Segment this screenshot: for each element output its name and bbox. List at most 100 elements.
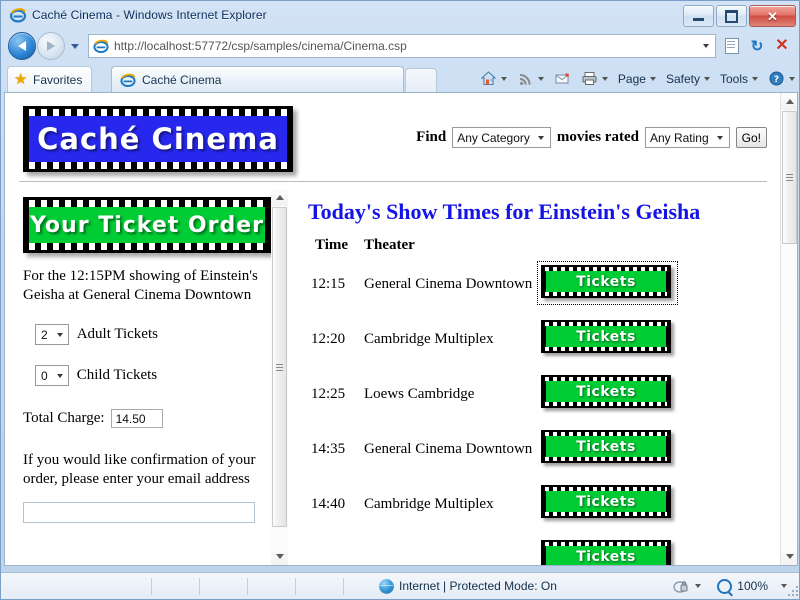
adult-tickets-row: 2 Adult Tickets [35, 324, 158, 345]
caret-down-icon [275, 554, 284, 559]
help-icon: ? [768, 70, 785, 87]
email-note: If you would like confirmation of your o… [23, 452, 256, 487]
tickets-button[interactable]: Tickets [541, 265, 671, 298]
url-bar[interactable]: http://localhost:57772/csp/samples/cinem… [88, 34, 716, 58]
privacy-report-icon[interactable] [673, 579, 690, 594]
page-viewport: Caché Cinema Find Any Category movies ra… [4, 92, 798, 566]
chevron-down-icon [71, 43, 79, 49]
showtime-row: 14:35 General Cinema Downtown Tickets [289, 424, 781, 479]
showtime-row: 14:40 Cambridge Multiplex Tickets [289, 479, 781, 534]
window-controls: ✕ [683, 5, 796, 27]
film-perforation-top [545, 377, 667, 381]
page-scrollbar[interactable] [780, 93, 797, 565]
find-label: Find [416, 129, 447, 145]
home-button[interactable] [475, 68, 512, 90]
compatibility-view-button[interactable] [720, 34, 744, 58]
showtimes-title: Today's Show Times for Einstein's Geisha [308, 199, 701, 224]
back-button[interactable] [8, 32, 36, 60]
printer-icon [581, 70, 598, 87]
email-input[interactable] [23, 502, 255, 523]
film-perforation-top [545, 487, 667, 491]
globe-icon [379, 578, 394, 594]
category-select[interactable]: Any Category [452, 127, 551, 148]
film-perforation-bottom [29, 162, 287, 169]
tickets-button[interactable]: Tickets [541, 375, 671, 408]
print-button[interactable] [576, 68, 613, 90]
showtime-theater: Cambridge Multiplex [364, 331, 494, 347]
grip-icon [276, 363, 283, 371]
help-button[interactable]: ? [763, 68, 797, 90]
film-perforation-top [29, 109, 287, 116]
child-tickets-label: Child Tickets [76, 367, 158, 384]
chevron-down-icon[interactable] [500, 76, 507, 81]
chevron-down-icon[interactable] [695, 584, 702, 588]
security-zone[interactable]: Internet | Protected Mode: On [379, 578, 557, 594]
showtime-time: 12:20 [311, 331, 346, 347]
page-favicon-icon [93, 38, 109, 54]
adult-tickets-select[interactable]: 2 [35, 324, 69, 345]
chevron-down-icon[interactable] [537, 76, 544, 81]
status-separator [247, 577, 248, 595]
tickets-button-inner: Tickets [546, 435, 666, 458]
favorites-button[interactable]: ★ Favorites [7, 66, 93, 92]
tickets-button[interactable]: Tickets [541, 320, 671, 353]
ticket-banner-inner: Your Ticket Order [29, 206, 265, 244]
film-perforation-bottom [545, 402, 667, 406]
go-button[interactable]: Go! [735, 127, 767, 148]
status-separator [151, 577, 152, 595]
safety-menu-button[interactable]: Safety [661, 68, 715, 90]
tickets-button[interactable]: Tickets [541, 540, 671, 565]
adult-tickets-label: Adult Tickets [76, 326, 158, 343]
compatibility-view-icon [725, 38, 739, 54]
showtime-row: 12:15 General Cinema Downtown Tickets [289, 259, 781, 314]
close-button[interactable]: ✕ [749, 5, 796, 27]
stop-button[interactable]: ✕ [770, 34, 794, 58]
page-menu-button[interactable]: Page [613, 68, 661, 90]
scroll-down-button[interactable] [271, 548, 288, 565]
showtime-theater: General Cinema Downtown [364, 441, 533, 457]
left-panel-scrollbar[interactable] [271, 189, 288, 565]
tab-cache-cinema[interactable]: Caché Cinema [111, 66, 404, 92]
scrollbar-thumb[interactable] [272, 207, 287, 527]
child-tickets-select[interactable]: 0 [35, 365, 69, 386]
internet-explorer-icon [10, 7, 26, 23]
total-charge-field[interactable]: 14.50 [110, 409, 163, 428]
tab-favicon-icon [120, 72, 136, 88]
rating-select[interactable]: Any Rating [644, 127, 730, 148]
ticket-banner-text: Your Ticket Order [30, 212, 264, 238]
home-icon [480, 70, 497, 87]
film-perforation-top [545, 432, 667, 436]
showtime-theater: General Cinema Downtown [364, 276, 533, 292]
scroll-up-button[interactable] [271, 189, 288, 206]
film-perforation-bottom [545, 292, 667, 296]
tickets-button[interactable]: Tickets [541, 430, 671, 463]
url-text: http://localhost:57772/csp/samples/cinem… [114, 39, 697, 53]
page-menu-label: Page [617, 71, 646, 86]
zoom-icon[interactable] [717, 578, 733, 594]
status-separator [343, 577, 344, 595]
security-zone-text: Internet | Protected Mode: On [399, 579, 557, 593]
url-dropdown-button[interactable] [697, 44, 715, 48]
tickets-label: Tickets [576, 328, 636, 345]
recent-pages-button[interactable] [68, 43, 82, 49]
new-tab-button[interactable] [405, 68, 437, 93]
showtime-row: Tickets [289, 534, 781, 565]
scroll-down-button[interactable] [781, 548, 797, 565]
chevron-down-icon [56, 332, 63, 337]
zoom-level: 100% [737, 579, 768, 593]
showtime-row: 12:20 Cambridge Multiplex Tickets [289, 314, 781, 369]
tools-menu-button[interactable]: Tools [715, 68, 763, 90]
scroll-up-button[interactable] [781, 93, 797, 110]
feeds-button[interactable] [512, 68, 549, 90]
maximize-button[interactable] [716, 5, 747, 27]
tickets-label: Tickets [576, 493, 636, 510]
tickets-button[interactable]: Tickets [541, 485, 671, 518]
forward-button[interactable] [37, 32, 65, 60]
status-separator [199, 577, 200, 595]
chevron-down-icon[interactable] [601, 76, 608, 81]
refresh-button[interactable]: ↻ [745, 34, 769, 58]
minimize-button[interactable] [683, 5, 714, 27]
scrollbar-thumb[interactable] [782, 111, 797, 244]
resize-grip[interactable] [786, 584, 798, 596]
read-mail-button[interactable] [549, 68, 576, 90]
